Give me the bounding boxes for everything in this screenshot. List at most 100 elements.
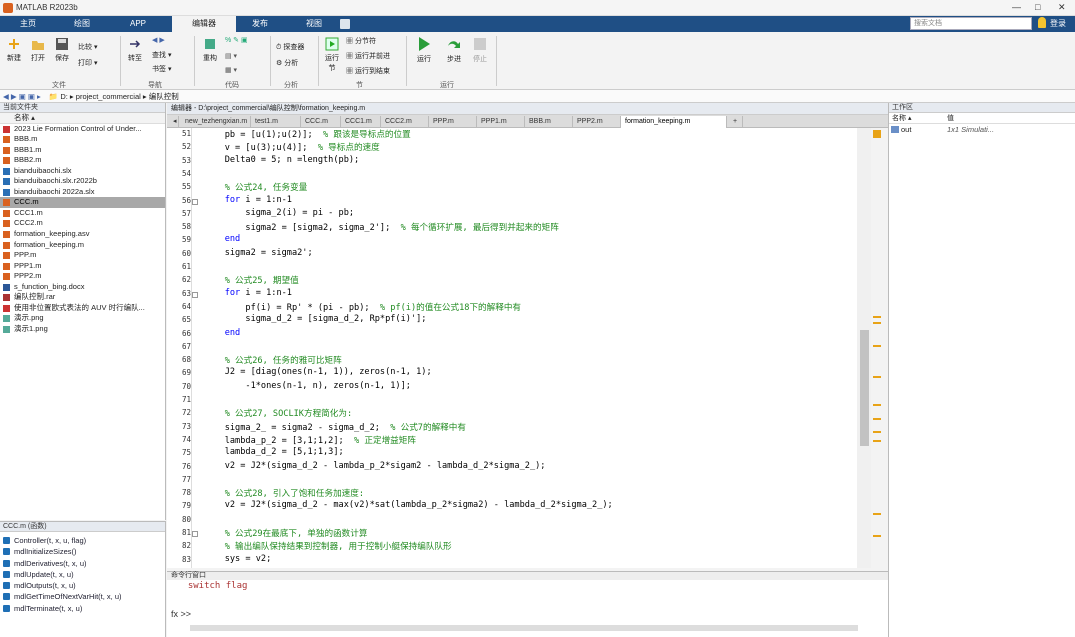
fold-toggle-icon[interactable]: [192, 198, 198, 205]
code-line[interactable]: pf(i) = Rp' * (pi - pb); % pf(i)的值在公式18下…: [204, 301, 521, 313]
file-item[interactable]: 演示1.png: [0, 324, 165, 335]
file-item[interactable]: BBB.m: [0, 134, 165, 145]
bookmark-button[interactable]: 书签 ▾: [152, 64, 192, 74]
function-item[interactable]: mdlGetTimeOfNextVarHit(t, x, u): [0, 591, 165, 602]
nav-arrows-icon[interactable]: ◀ ▶ ▣ ▣ ▸: [3, 92, 41, 101]
file-item[interactable]: bianduibaochi.slx: [0, 166, 165, 177]
tab-home[interactable]: 主页: [6, 16, 50, 32]
file-item[interactable]: CCC1.m: [0, 208, 165, 219]
step-button[interactable]: 步进: [444, 36, 464, 64]
editor-tab[interactable]: formation_keeping.m: [621, 116, 727, 128]
run-button[interactable]: 运行: [414, 36, 434, 64]
back-forward-icon[interactable]: ◀ ▶: [152, 36, 165, 44]
code-line[interactable]: % 公式24, 任务变量: [204, 181, 308, 193]
code-line[interactable]: % 公式27, SOCLIK方程简化为:: [204, 407, 352, 419]
code-line[interactable]: for i = 1:n-1: [204, 195, 292, 205]
command-scrollbar[interactable]: [190, 625, 858, 631]
code-line[interactable]: % 公式26, 任务的雅可比矩阵: [204, 354, 342, 366]
section-break-button[interactable]: ▦ 分节符: [346, 36, 376, 46]
path-drive[interactable]: D:: [60, 92, 68, 101]
tab-scroll-left-icon[interactable]: ◂: [169, 116, 179, 128]
tab-publish[interactable]: 发布: [240, 16, 280, 32]
editor-tab[interactable]: CCC2.m: [381, 116, 429, 128]
code-line[interactable]: v2 = J2*(sigma_d_2 - max(v2)*sat(lambda_…: [204, 500, 613, 510]
format-icon[interactable]: ▦ ▾: [225, 66, 237, 74]
editor-tab[interactable]: PPP.m: [429, 116, 477, 128]
profiler-button[interactable]: ⏱ 探查器: [276, 42, 304, 52]
code-line[interactable]: % 公式25, 期望值: [204, 274, 299, 286]
analyze-button[interactable]: ⚙ 分析: [276, 58, 298, 68]
search-input[interactable]: 搜索文档: [910, 17, 1032, 30]
code-line[interactable]: % 输出编队保持结果到控制器, 用于控制小艇保持编队队形: [204, 540, 452, 552]
tab-apps[interactable]: APP: [114, 16, 162, 32]
warning-marker[interactable]: [873, 418, 881, 420]
file-item[interactable]: PPP.m: [0, 250, 165, 261]
code-line[interactable]: pb = [u(1);u(2)]; % 跟该是导标点的位置: [204, 128, 411, 140]
function-item[interactable]: mdlUpdate(t, x, u): [0, 569, 165, 580]
quick-access-icon[interactable]: [340, 19, 350, 29]
indent-icon[interactable]: ▤ ▾: [225, 52, 237, 60]
name-column-header[interactable]: 名称 ▴: [0, 113, 165, 124]
code-line[interactable]: sigma2 = sigma2';: [204, 248, 313, 258]
file-item[interactable]: CCC2.m: [0, 218, 165, 229]
editor-tab[interactable]: CCC.m: [301, 116, 341, 128]
code-editor[interactable]: 51 pb = [u(1);u(2)]; % 跟该是导标点的位置 52 v = […: [167, 128, 871, 568]
editor-tab[interactable]: BBB.m: [525, 116, 573, 128]
code-line[interactable]: % 公式28, 引入了饱和任务加速度:: [204, 487, 364, 499]
maximize-button[interactable]: □: [1035, 2, 1040, 12]
code-line[interactable]: -1*ones(n-1, n), zeros(n-1, 1)];: [204, 381, 411, 391]
notification-bell-icon[interactable]: [1038, 17, 1046, 28]
editor-scroll-thumb[interactable]: [860, 330, 869, 446]
code-line[interactable]: % 公式29在最底下, 单独的函数计算: [204, 527, 368, 539]
code-line[interactable]: for i = 1:n-1: [204, 288, 292, 298]
ws-name-header[interactable]: 名称 ▴: [892, 113, 911, 124]
editor-tab[interactable]: new_tezhengxian.m: [181, 116, 251, 128]
search-icon[interactable]: ⚲: [1022, 17, 1029, 28]
file-item[interactable]: BBB1.m: [0, 145, 165, 156]
new-tab-button[interactable]: +: [729, 116, 743, 128]
code-line[interactable]: sigma2 = [sigma2, sigma_2']; % 每个循环扩展, 最…: [204, 221, 558, 233]
save-button[interactable]: 保存: [52, 37, 72, 63]
run-to-end-button[interactable]: ▦ 运行到结束: [346, 66, 390, 76]
warning-marker[interactable]: [873, 322, 881, 324]
file-item[interactable]: BBB2.m: [0, 155, 165, 166]
command-prompt[interactable]: fx >>: [171, 609, 191, 619]
code-line[interactable]: Delta0 = 5; n =length(pb);: [204, 155, 360, 165]
goto-button[interactable]: 转至: [125, 37, 145, 63]
file-item[interactable]: CCC.m: [0, 197, 165, 208]
new-button[interactable]: 新建: [4, 37, 24, 63]
editor-tab[interactable]: PPP1.m: [477, 116, 525, 128]
warning-marker[interactable]: [873, 440, 881, 442]
run-advance-button[interactable]: ▦ 运行并前进: [346, 51, 390, 61]
file-item[interactable]: 2023 Lie Formation Control of Under...: [0, 124, 165, 135]
fold-toggle-icon[interactable]: [192, 531, 198, 537]
file-item[interactable]: PPP2.m: [0, 271, 165, 282]
code-line[interactable]: v2 = J2*(sigma_d_2 - lambda_p_2*sigam2 -…: [204, 461, 546, 471]
function-item[interactable]: mdlInitializeSizes(): [0, 546, 165, 557]
warning-marker[interactable]: [873, 431, 881, 433]
code-line[interactable]: J2 = [diag(ones(n-1, 1)), zeros(n-1, 1);: [204, 367, 432, 377]
file-item[interactable]: formation_keeping.asv: [0, 229, 165, 240]
file-item[interactable]: bianduibaochi 2022a.slx: [0, 187, 165, 198]
code-line[interactable]: end: [204, 234, 241, 244]
function-item[interactable]: mdlDerivatives(t, x, u): [0, 558, 165, 569]
tab-view[interactable]: 视图: [290, 16, 338, 32]
print-button[interactable]: 打印 ▾: [78, 58, 118, 68]
stop-button[interactable]: 停止: [470, 36, 490, 64]
user-login[interactable]: 登录: [1050, 18, 1066, 29]
warning-marker[interactable]: [873, 404, 881, 406]
ws-value-header[interactable]: 值: [947, 113, 954, 124]
function-item[interactable]: mdlOutputs(t, x, u): [0, 580, 165, 591]
code-line[interactable]: v = [u(3);u(4)]; % 导标点的速度: [204, 141, 380, 153]
path-folder2[interactable]: 编队控制: [149, 92, 179, 101]
comment-icon[interactable]: % ✎ ▣: [225, 36, 248, 44]
code-line[interactable]: sigma_2(i) = pi - pb;: [204, 208, 354, 218]
file-item[interactable]: bianduibaochi.slx.r2022b: [0, 176, 165, 187]
address-bar[interactable]: ◀ ▶ ▣ ▣ ▸ 📁 D: ▸ project_commercial ▸ 编队…: [0, 90, 1075, 103]
workspace-row[interactable]: out 1x1 Simulati...: [889, 124, 1075, 135]
file-item[interactable]: 演示.png: [0, 313, 165, 324]
file-item[interactable]: formation_keeping.m: [0, 240, 165, 251]
tab-editor[interactable]: 编辑器: [172, 16, 236, 32]
editor-tab[interactable]: PPP2.m: [573, 116, 621, 128]
warning-marker[interactable]: [873, 535, 881, 537]
